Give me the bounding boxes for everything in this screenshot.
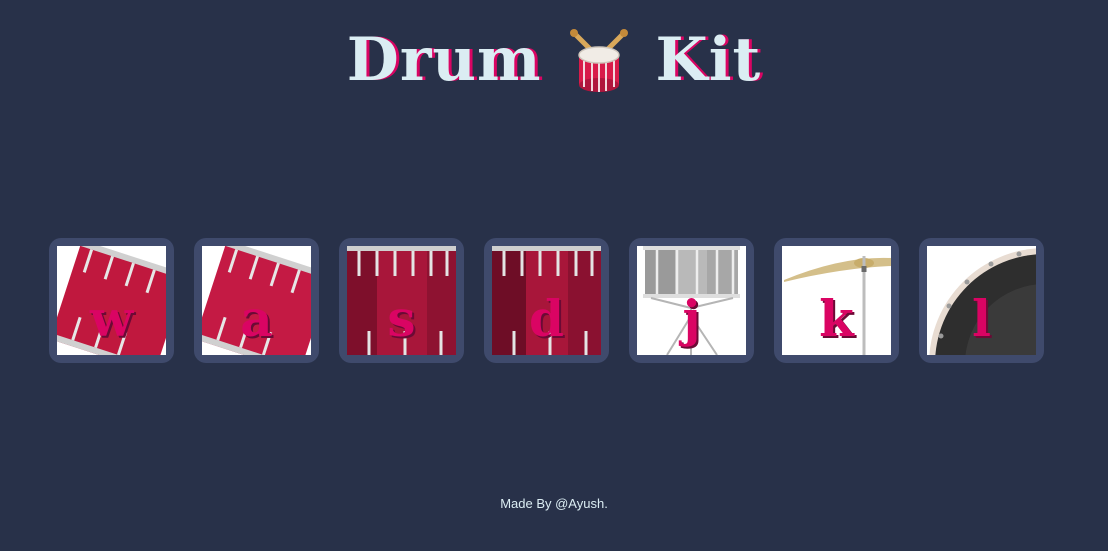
drum-button-j[interactable]: j bbox=[629, 238, 754, 363]
drum-tile: k bbox=[782, 246, 891, 355]
drum-key-label: j bbox=[682, 289, 701, 348]
drum-tile: w bbox=[57, 246, 166, 355]
drum-tile: j bbox=[637, 246, 746, 355]
drum-set: w a s d j k l bbox=[49, 238, 1044, 363]
drum-button-l[interactable]: l bbox=[919, 238, 1044, 363]
drum-key-label: l bbox=[972, 289, 991, 348]
drum-button-a[interactable]: a bbox=[194, 238, 319, 363]
page: Drum Kit w a s d j k l Made By @Ayush. bbox=[0, 0, 1108, 551]
drum-tile: l bbox=[927, 246, 1036, 355]
drum-emoji-icon bbox=[569, 29, 628, 92]
title-word-drum: Drum bbox=[346, 25, 542, 95]
drum-button-k[interactable]: k bbox=[774, 238, 899, 363]
drum-key-label: k bbox=[819, 289, 854, 348]
title-word-kit: Kit bbox=[655, 25, 762, 95]
drum-button-d[interactable]: d bbox=[484, 238, 609, 363]
drum-tile: s bbox=[347, 246, 456, 355]
drum-key-label: w bbox=[89, 289, 134, 348]
page-title: Drum Kit bbox=[0, 22, 1108, 98]
footer-credit: Made By @Ayush. bbox=[500, 496, 608, 511]
drum-tile: a bbox=[202, 246, 311, 355]
drum-button-s[interactable]: s bbox=[339, 238, 464, 363]
drum-key-label: d bbox=[529, 289, 564, 348]
drum-button-w[interactable]: w bbox=[49, 238, 174, 363]
drum-tile: d bbox=[492, 246, 601, 355]
drum-key-label: a bbox=[240, 289, 273, 348]
drum-key-label: s bbox=[387, 289, 416, 348]
